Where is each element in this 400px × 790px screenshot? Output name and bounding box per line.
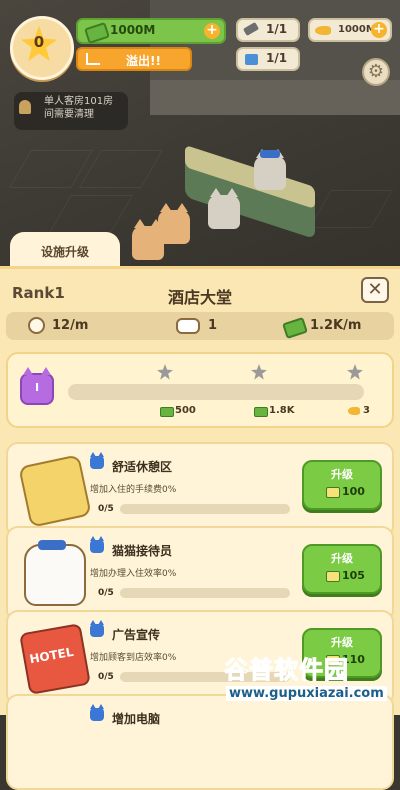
trend-icon	[86, 53, 100, 65]
stats-bar: 12/m 1 1.2K/m	[6, 312, 394, 340]
star-count: 0	[33, 33, 45, 51]
facility-progress: 0/5	[98, 504, 114, 514]
cash-icon	[160, 407, 174, 417]
bell-icon	[19, 100, 31, 114]
tab-label: 设施升级	[40, 245, 89, 259]
cat-tag-icon	[90, 620, 104, 637]
add-fish-button[interactable]: +	[371, 22, 387, 38]
guest-cat[interactable]	[208, 188, 240, 229]
cat-tag-icon	[90, 536, 104, 553]
overflow-button[interactable]: 溢出!!	[76, 47, 192, 71]
facility-description: 增加顾客到店效率0%	[90, 653, 177, 663]
watermark-url: www.gupuxiazai.com	[226, 686, 387, 701]
cat-tag-icon	[90, 452, 104, 469]
upgrade-label: 升级	[331, 552, 353, 565]
cat-face-icon	[176, 318, 200, 334]
level-numeral: I	[34, 381, 40, 394]
upgrade-button[interactable]: 升级 100	[302, 460, 382, 510]
notification-banner[interactable]: 单人客房101房间需要清理	[14, 92, 128, 130]
facility-description: 增加入住的手续费0%	[90, 485, 177, 495]
facility-progress: 0/5	[98, 672, 114, 682]
notification-text: 单人客房101房间需要清理	[44, 96, 114, 120]
cash-counter[interactable]: 1000M +	[76, 18, 226, 45]
receptionist-cat-icon	[24, 544, 86, 606]
cushion-icon	[18, 454, 92, 528]
cash-icon	[84, 21, 110, 45]
facility-progress-bar	[120, 588, 290, 598]
facility-row: 猫猫接待员 增加办理入住效率0% 0/5 升级 105	[6, 526, 394, 622]
cat-count-value: 1	[208, 318, 218, 333]
rate-value: 12/m	[52, 318, 89, 333]
close-button[interactable]: ✕	[361, 277, 389, 303]
upgrade-label: 升级	[331, 468, 353, 481]
cap-icon	[38, 540, 66, 550]
milestone-reward: 1.8K	[269, 405, 295, 416]
add-cash-button[interactable]: +	[204, 23, 220, 39]
facility-row: 舒适休憩区 增加入住的手续费0% 0/5 升级 100	[6, 442, 394, 538]
clock-icon	[28, 317, 45, 334]
staff-count: 1/1	[266, 22, 288, 36]
income-value: 1.2K/m	[310, 318, 362, 333]
facility-progress-bar	[120, 504, 290, 514]
cash-icon	[282, 316, 308, 340]
milestone-reward: 3	[363, 405, 370, 416]
facility-name: 广告宣传	[112, 628, 161, 642]
facility-name: 猫猫接待员	[112, 544, 173, 558]
hammer-icon	[242, 22, 260, 36]
overflow-label: 溢出!!	[126, 54, 161, 68]
facility-name: 增加电脑	[112, 712, 161, 726]
fish-icon	[315, 26, 331, 35]
cat-tag-icon	[90, 704, 104, 721]
settings-gear-icon[interactable]: ⚙	[362, 58, 390, 86]
fish-icon	[348, 407, 360, 415]
milestone-reward: 500	[175, 405, 196, 416]
reception-count: 1/1	[266, 51, 288, 65]
wall-front	[150, 80, 400, 115]
upgrade-cost: 100	[342, 485, 365, 498]
receptionist-hat-icon	[260, 150, 280, 158]
staff-counter[interactable]: 1/1	[236, 18, 300, 42]
cash-amount: 1000M	[110, 23, 156, 37]
watermark-text: 谷普软件园	[224, 656, 349, 685]
guest-cat[interactable]	[132, 219, 164, 260]
level-cat-badge: I	[20, 367, 54, 405]
facility-description: 增加办理入住效率0%	[90, 569, 177, 579]
reception-counter-hud[interactable]: 1/1	[236, 47, 300, 71]
receptionist-cat[interactable]	[254, 149, 286, 190]
facility-name: 舒适休憩区	[112, 460, 173, 474]
hotel-sign-icon: HOTEL	[19, 623, 91, 695]
upgrade-cost: 105	[342, 569, 365, 582]
desk-icon	[245, 54, 258, 65]
upgrade-button[interactable]: 升级 105	[302, 544, 382, 594]
fish-counter[interactable]: 1000M +	[308, 18, 392, 42]
cash-icon	[326, 571, 340, 582]
watermark-logo: 谷普软件园 www.gupuxiazai.com	[218, 648, 400, 712]
panel-title: 酒店大堂	[167, 288, 232, 307]
cash-icon	[254, 407, 268, 417]
facility-progress: 0/5	[98, 588, 114, 598]
cash-icon	[326, 487, 340, 498]
level-progress-bar	[68, 384, 364, 400]
